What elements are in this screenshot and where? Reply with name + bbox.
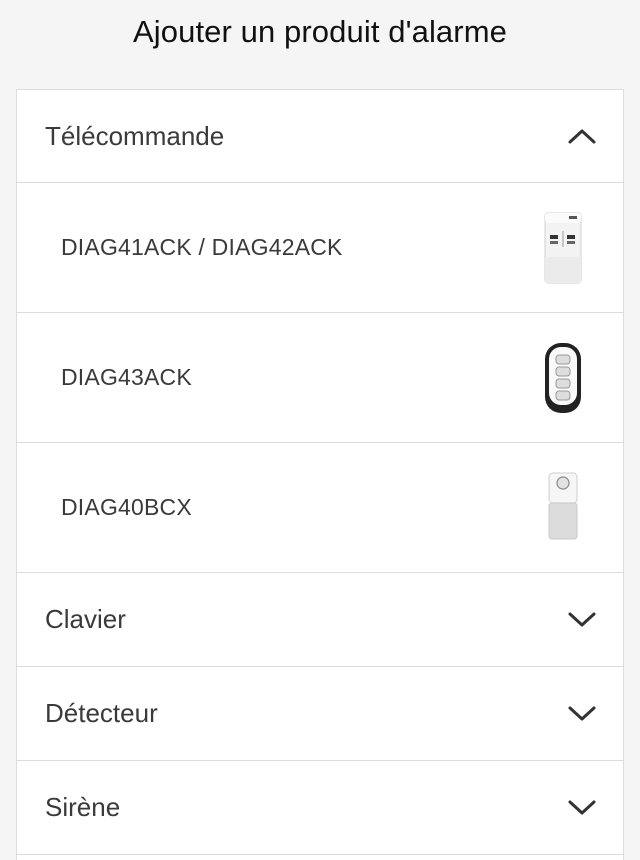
- product-item-diag40bcx[interactable]: DIAG40BCX: [17, 443, 623, 573]
- category-header-clavier[interactable]: Clavier: [17, 573, 623, 667]
- keyfob-remote-image: [541, 341, 585, 415]
- product-label: DIAG43ACK: [61, 364, 192, 390]
- product-label: DIAG40BCX: [61, 494, 192, 520]
- chevron-up-icon: [567, 126, 597, 146]
- category-label: Télécommande: [45, 120, 225, 151]
- product-item-diag41ack-diag42ack[interactable]: DIAG41ACK / DIAG42ACK: [17, 183, 623, 313]
- page-title: Ajouter un produit d'alarme: [133, 14, 507, 49]
- product-label: DIAG41ACK / DIAG42ACK: [61, 234, 343, 260]
- category-header-telecommande[interactable]: Télécommande: [17, 90, 623, 183]
- category-label: Sirène: [45, 792, 121, 822]
- chevron-down-icon: [567, 704, 597, 724]
- category-label: Clavier: [45, 604, 126, 634]
- product-category-accordion: Télécommande DIAG41ACK / DIAG42ACK DIAG4…: [16, 89, 624, 860]
- next-category-stub: [17, 855, 623, 860]
- category-header-sirene[interactable]: Sirène: [17, 761, 623, 855]
- chevron-down-icon: [567, 610, 597, 630]
- chevron-down-icon: [567, 798, 597, 818]
- single-button-remote-image: [541, 471, 585, 545]
- category-header-detecteur[interactable]: Détecteur: [17, 667, 623, 761]
- keypad-control-unit-image: [541, 211, 585, 285]
- product-item-diag43ack[interactable]: DIAG43ACK: [17, 313, 623, 443]
- category-label: Détecteur: [45, 698, 158, 728]
